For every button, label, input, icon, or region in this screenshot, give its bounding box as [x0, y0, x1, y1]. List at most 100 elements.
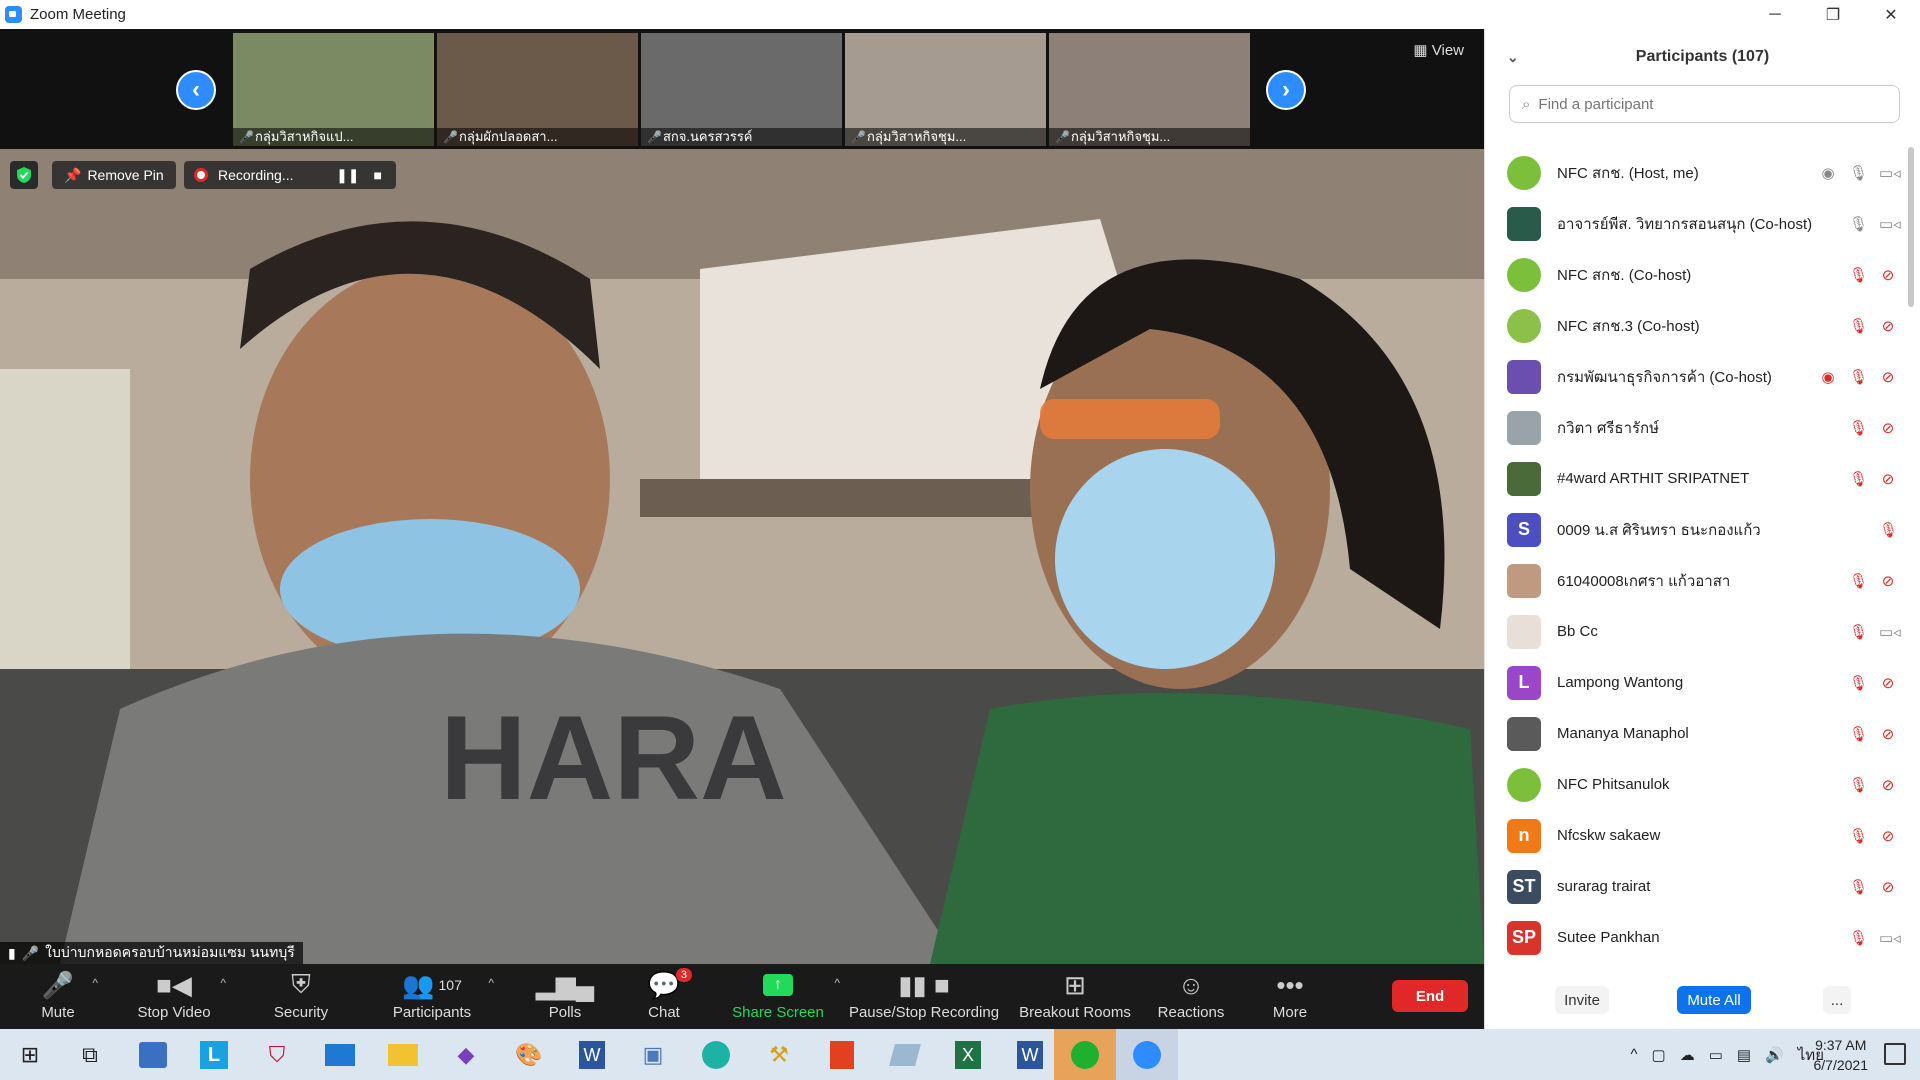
stop-recording-icon[interactable]: ■	[374, 167, 382, 184]
mic-icon[interactable]: 🎙	[1849, 215, 1868, 233]
breakout-rooms-button[interactable]: ⊞ Breakout Rooms	[1018, 964, 1132, 1029]
participants-button[interactable]: 👥 107 Participants ^	[386, 964, 494, 1029]
network-icon[interactable]: ▤	[1737, 1046, 1751, 1064]
stop-video-button[interactable]: ■◀ Stop Video ^	[132, 964, 226, 1029]
video-off-icon[interactable]: ⊘	[1879, 317, 1897, 335]
visual-studio-icon[interactable]: ◆	[446, 1035, 486, 1075]
participant-search[interactable]: ⌕	[1509, 85, 1900, 123]
video-off-icon[interactable]: ⊘	[1879, 776, 1897, 794]
task-view-icon[interactable]: ⧉	[70, 1035, 110, 1075]
remote-desktop-icon[interactable]: ▣	[633, 1035, 673, 1075]
mail-icon[interactable]	[320, 1035, 360, 1075]
participant-row[interactable]: กรมพัฒนาธุรกิจการค้า (Co-host) ◉ 🎙 ⊘	[1485, 351, 1905, 402]
participant-row[interactable]: NFC Phitsanulok 🎙 ⊘	[1485, 759, 1905, 810]
tools-icon[interactable]: ⚒	[759, 1035, 799, 1075]
muted-mic-icon[interactable]: 🎙	[1849, 776, 1868, 794]
muted-mic-icon[interactable]: 🎙	[1849, 725, 1868, 743]
participant-row[interactable]: กวิตา ศรีธารักษ์ 🎙 ⊘	[1485, 402, 1905, 453]
participant-row[interactable]: n Nfcskw sakaew 🎙 ⊘	[1485, 810, 1905, 861]
notification-center-icon[interactable]	[1884, 1043, 1906, 1065]
participant-row[interactable]: S 0009 น.ส ศิรินทรา ธนะกองแก้ว 🎙	[1485, 504, 1905, 555]
minimize-button[interactable]: ─	[1746, 0, 1804, 29]
word-icon[interactable]: W	[1010, 1035, 1050, 1075]
muted-mic-icon[interactable]: 🎙	[1849, 419, 1868, 437]
video-off-icon[interactable]: ⊘	[1879, 368, 1897, 386]
participant-row[interactable]: 61040008เกศรา แก้วอาสา 🎙 ⊘	[1485, 555, 1905, 606]
mute-options-caret-icon[interactable]: ^	[92, 976, 98, 990]
video-off-icon[interactable]: ⊘	[1879, 827, 1897, 845]
next-page-button[interactable]: ›	[1266, 70, 1306, 110]
end-meeting-button[interactable]: End	[1392, 980, 1468, 1012]
participant-row[interactable]: NFC สกช. (Co-host) 🎙 ⊘	[1485, 249, 1905, 300]
security-button[interactable]: ⛨ Security	[262, 964, 340, 1029]
muted-mic-icon[interactable]: 🎙	[1849, 674, 1868, 692]
video-off-icon[interactable]: ⊘	[1879, 674, 1897, 692]
video-thumbnail[interactable]: กลุ่มวิสาหกิจชุม... 🎤	[845, 33, 1046, 146]
mute-button[interactable]: 🎤 Mute ^	[30, 964, 98, 1029]
video-icon[interactable]: ▭◃	[1879, 215, 1901, 233]
participant-row[interactable]: #4ward ARTHIT SRIPATNET 🎙 ⊘	[1485, 453, 1905, 504]
participant-row[interactable]: ST surarag trairat 🎙 ⊘	[1485, 861, 1905, 912]
participant-row[interactable]: Mananya Manaphol 🎙 ⊘	[1485, 708, 1905, 759]
muted-mic-icon[interactable]: 🎙	[1879, 521, 1898, 539]
pause-stop-recording-button[interactable]: ▮▮ ■ Pause/Stop Recording	[846, 964, 1002, 1029]
video-icon[interactable]: ▭◃	[1879, 623, 1901, 641]
share-screen-button[interactable]: ↑ Share Screen ^	[730, 964, 840, 1029]
app-l-icon[interactable]: L	[194, 1035, 234, 1075]
muted-mic-icon[interactable]: 🎙	[1849, 929, 1868, 947]
panel-more-button[interactable]: ...	[1823, 986, 1851, 1014]
more-button[interactable]: ••• More	[1270, 964, 1310, 1029]
video-thumbnail[interactable]: กลุ่มผักปลอดสา... 🎤	[437, 33, 638, 146]
cloud-icon[interactable]: ☁	[1680, 1046, 1695, 1064]
participant-row[interactable]: L Lampong Wantong 🎙 ⊘	[1485, 657, 1905, 708]
rec-indicator-icon[interactable]: ◉	[1819, 368, 1837, 386]
notes-icon[interactable]	[885, 1035, 925, 1075]
invite-button[interactable]: Invite	[1555, 986, 1609, 1014]
video-thumbnail[interactable]: สกจ.นครสวรรค์ 🎤	[641, 33, 842, 146]
paint-icon[interactable]: 🎨	[509, 1035, 549, 1075]
polls-button[interactable]: ▂▆▄ Polls	[536, 964, 594, 1029]
participant-list-scrollbar[interactable]	[1908, 147, 1914, 307]
office-icon[interactable]	[822, 1035, 862, 1075]
participants-options-caret-icon[interactable]: ^	[488, 976, 494, 990]
video-off-icon[interactable]: ⊘	[1879, 725, 1897, 743]
maximize-button[interactable]: ❐	[1804, 0, 1862, 29]
video-off-icon[interactable]: ⊘	[1879, 470, 1897, 488]
store-icon[interactable]	[133, 1035, 173, 1075]
video-options-caret-icon[interactable]: ^	[220, 976, 226, 990]
battery-icon[interactable]: ▭	[1709, 1046, 1723, 1064]
antivirus-shield-icon[interactable]: ⛉	[257, 1035, 297, 1075]
video-thumbnail[interactable]: กลุ่มวิสาหกิจชุม... 🎤	[1049, 33, 1250, 146]
zoom-app-icon[interactable]	[1116, 1029, 1178, 1080]
prev-page-button[interactable]: ‹	[176, 70, 216, 110]
excel-icon[interactable]: X	[948, 1035, 988, 1075]
video-off-icon[interactable]: ⊘	[1879, 266, 1897, 284]
participant-row[interactable]: Bb Cc 🎙 ▭◃	[1485, 606, 1905, 657]
windows-start-icon[interactable]: ⊞	[10, 1035, 50, 1075]
file-explorer-icon[interactable]	[383, 1035, 423, 1075]
rec-indicator-icon[interactable]: ◉	[1819, 164, 1837, 182]
word-doc-icon[interactable]: W	[572, 1035, 612, 1075]
reactions-button[interactable]: ☺ Reactions	[1158, 964, 1225, 1029]
muted-mic-icon[interactable]: 🎙	[1849, 368, 1868, 386]
share-options-caret-icon[interactable]: ^	[834, 976, 840, 990]
video-off-icon[interactable]: ⊘	[1879, 419, 1897, 437]
participant-row[interactable]: NFC สกช.3 (Co-host) 🎙 ⊘	[1485, 300, 1905, 351]
muted-mic-icon[interactable]: 🎙	[1849, 572, 1868, 590]
muted-mic-icon[interactable]: 🎙	[1849, 317, 1868, 335]
video-thumbnail[interactable]: กลุ่มวิสาหกิจแป... 🎤	[233, 33, 434, 146]
muted-mic-icon[interactable]: 🎙	[1849, 266, 1868, 284]
pause-recording-icon[interactable]: ❚❚	[336, 167, 359, 184]
tray-caret-icon[interactable]: ^	[1630, 1046, 1637, 1063]
view-button[interactable]: ▦ View	[1413, 41, 1464, 59]
volume-icon[interactable]: 🔊	[1765, 1046, 1784, 1064]
remove-pin-button[interactable]: 📌 Remove Pin	[52, 161, 176, 189]
tray-device-icon[interactable]: ▢	[1652, 1046, 1666, 1064]
participant-row[interactable]: อาจารย์พีส. วิทยากรสอนสนุก (Co-host) 🎙 ▭◃	[1485, 198, 1905, 249]
collapse-chevron-icon[interactable]: ⌄	[1507, 49, 1519, 66]
muted-mic-icon[interactable]: 🎙	[1849, 827, 1868, 845]
video-icon[interactable]: ▭◃	[1879, 164, 1901, 182]
line-app-icon[interactable]	[1054, 1029, 1116, 1080]
edge-browser-icon[interactable]	[696, 1035, 736, 1075]
mic-icon[interactable]: 🎙	[1849, 164, 1868, 182]
